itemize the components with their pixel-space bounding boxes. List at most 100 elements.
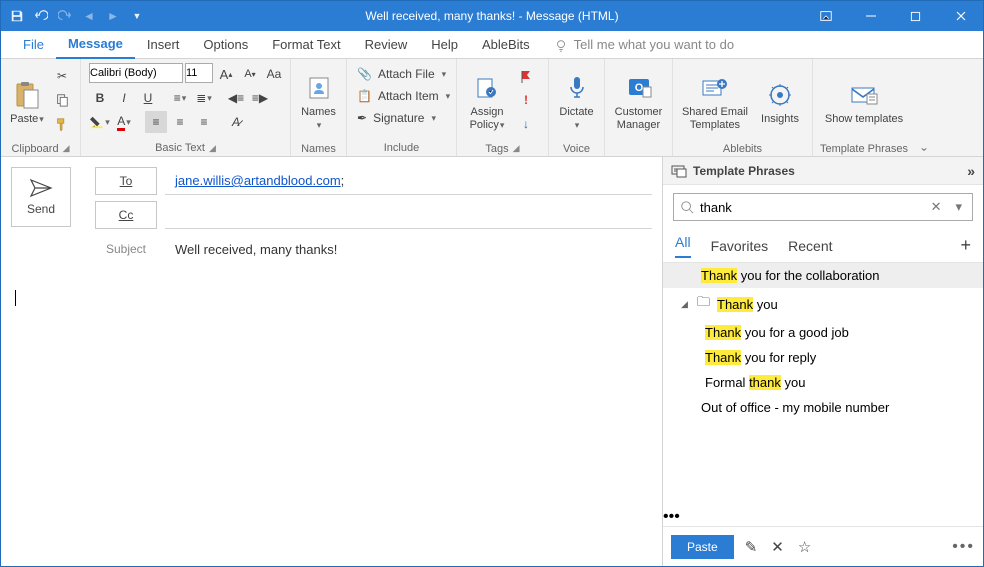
undo-icon[interactable] [31,6,51,26]
cc-field[interactable] [165,201,652,229]
list-item[interactable]: ◢🗀Thank you [663,288,983,320]
list-item[interactable]: Out of office - my mobile number [663,395,983,420]
minimize-icon[interactable] [848,1,893,31]
follow-up-icon[interactable] [515,65,537,87]
send-icon [29,178,53,198]
tab-format-text[interactable]: Format Text [260,31,352,59]
grow-font-icon[interactable]: A▴ [215,63,237,85]
address-book-icon [303,72,335,104]
back-icon[interactable]: ◄ [79,6,99,26]
redo-icon[interactable] [55,6,75,26]
paste-button[interactable]: Paste▾ [5,63,49,141]
group-ablebits: Shared Email Templates Insights Ablebits [673,59,813,156]
tell-me-search[interactable]: Tell me what you want to do [554,37,734,52]
tab-file[interactable]: File [11,31,56,59]
insights-button[interactable]: Insights [753,63,807,141]
ribbon-options-icon[interactable] [803,1,848,31]
list-item[interactable]: Formal thank you [663,370,983,395]
expand-icon[interactable]: ◢ [681,299,691,310]
subject-label: Subject [95,242,157,256]
cut-icon[interactable]: ✂ [51,65,73,87]
template-phrases-icon [671,164,687,178]
paste-icon [11,79,43,111]
format-painter-icon[interactable] [51,113,73,135]
maximize-icon[interactable] [893,1,938,31]
forward-icon[interactable]: ► [103,6,123,26]
assign-policy-button[interactable]: Assign Policy▾ [461,63,513,141]
italic-button[interactable]: I [113,87,135,109]
panel-tab-all[interactable]: All [675,234,691,258]
svg-text:O: O [634,82,643,94]
qat-dropdown-icon[interactable]: ▼ [127,6,147,26]
to-button[interactable]: To [95,167,157,195]
ribbon-tabs: File Message Insert Options Format Text … [1,31,983,59]
attach-item-button[interactable]: 📋Attach Item▾ [353,85,454,107]
panel-expand-icon[interactable]: » [967,163,975,179]
list-item[interactable]: Thank you for reply [663,345,983,370]
paste-template-button[interactable]: Paste [671,535,734,559]
attach-file-button[interactable]: 📎Attach File▾ [353,63,450,85]
footer-more-icon[interactable]: ••• [952,538,975,556]
align-center-icon[interactable]: ≡ [169,111,191,133]
align-right-icon[interactable]: ≡ [193,111,215,133]
send-button[interactable]: Send [11,167,71,227]
list-item[interactable]: Thank you for the collaboration [663,263,983,288]
copy-icon[interactable] [51,89,73,111]
align-left-icon[interactable]: ≡ [145,111,167,133]
font-name-select[interactable] [89,63,183,83]
template-search-box[interactable]: ✕ ▾ [673,193,973,221]
tab-review[interactable]: Review [353,31,420,59]
tab-help[interactable]: Help [419,31,470,59]
font-size-select[interactable] [185,63,213,83]
group-basic-text: A▴ A▾ Aa B I U ≡▾ ≣▾ ◀≡ ≡▶ ▾ A▾ ≡ ≡ [81,59,291,156]
group-customer-manager: O Customer Manager [605,59,673,156]
basic-text-launcher-icon[interactable]: ◢ [209,143,216,154]
dictate-button[interactable]: Dictate▾ [553,63,600,141]
show-templates-button[interactable]: Show templates [817,63,911,141]
bullets-icon[interactable]: ≡▾ [169,87,191,109]
search-dropdown-icon[interactable]: ▾ [951,199,966,215]
tags-launcher-icon[interactable]: ◢ [513,143,520,154]
underline-button[interactable]: U [137,87,159,109]
low-importance-icon[interactable]: ↓ [515,113,537,135]
shared-templates-button[interactable]: Shared Email Templates [677,63,753,141]
tab-insert[interactable]: Insert [135,31,192,59]
favorite-icon[interactable]: ☆ [795,538,814,556]
clipboard-launcher-icon[interactable]: ◢ [63,143,70,154]
panel-title: Template Phrases [693,164,795,178]
high-importance-icon[interactable]: ! [515,89,537,111]
shrink-font-icon[interactable]: A▾ [239,63,261,85]
highlight-icon[interactable]: ▾ [89,111,111,133]
tab-options[interactable]: Options [191,31,260,59]
tab-message[interactable]: Message [56,31,135,59]
message-body[interactable] [1,279,662,566]
list-item[interactable]: Thank you for a good job [663,320,983,345]
insights-icon [764,79,796,111]
ribbon-collapse-icon[interactable]: ˬ [915,59,933,156]
increase-indent-icon[interactable]: ≡▶ [249,87,271,109]
clear-search-icon[interactable]: ✕ [927,199,946,215]
signature-button[interactable]: ✒Signature▾ [353,107,440,129]
change-case-icon[interactable]: Aa [263,63,285,85]
delete-icon[interactable]: ✕ [768,538,787,556]
clear-formatting-icon[interactable]: A̷ [225,111,247,133]
panel-add-button[interactable]: + [960,235,971,256]
names-button[interactable]: Names▾ [295,63,342,141]
tab-ablebits[interactable]: AbleBits [470,31,542,59]
numbering-icon[interactable]: ≣▾ [193,87,215,109]
panel-tab-favorites[interactable]: Favorites [711,238,769,254]
customer-manager-button[interactable]: O Customer Manager [609,63,668,141]
edit-icon[interactable]: ✎ [742,538,761,556]
subject-field[interactable]: Well received, many thanks! [165,235,652,263]
cc-button[interactable]: Cc [95,201,157,229]
panel-tab-recent[interactable]: Recent [788,238,832,254]
list-more-icon[interactable]: ••• [663,508,680,525]
font-color-icon[interactable]: A▾ [113,111,135,133]
bold-button[interactable]: B [89,87,111,109]
group-template-phrases: Show templates Template Phrases [813,59,915,156]
save-icon[interactable] [7,6,27,26]
decrease-indent-icon[interactable]: ◀≡ [225,87,247,109]
to-field[interactable]: jane.willis@artandblood.com; [165,167,652,195]
close-icon[interactable] [938,1,983,31]
template-search-input[interactable] [700,200,921,215]
